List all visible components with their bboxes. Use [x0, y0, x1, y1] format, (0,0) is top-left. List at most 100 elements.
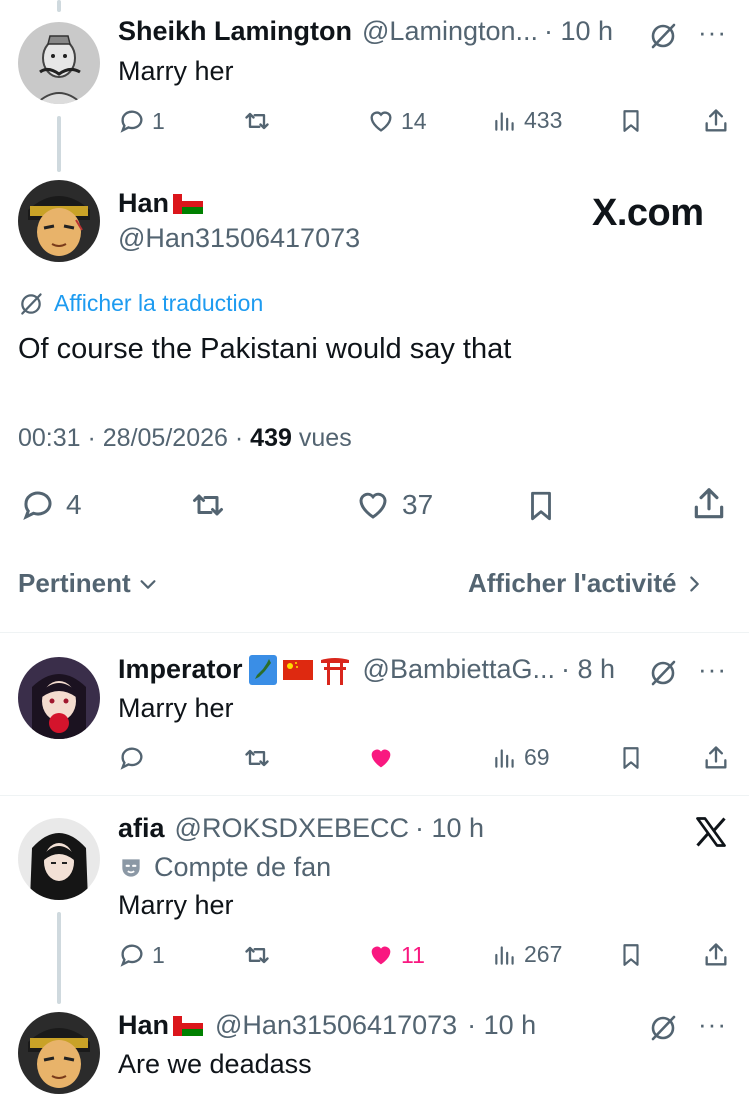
views-label: vues	[298, 424, 352, 452]
avatar-image	[18, 818, 100, 900]
like-count: 37	[402, 489, 434, 520]
avatar-image	[18, 22, 100, 104]
chevron-down-icon	[140, 579, 156, 589]
author-name[interactable]: afia	[118, 813, 165, 844]
tweet-time[interactable]: · 10 h	[415, 813, 484, 844]
avatar-han[interactable]	[18, 180, 100, 262]
repost-button[interactable]	[243, 107, 271, 135]
repost-button[interactable]	[243, 744, 271, 772]
like-button[interactable]: 11	[367, 941, 425, 969]
tweet-time[interactable]: · 10 h	[467, 1010, 536, 1041]
reply-button[interactable]: 1	[118, 941, 165, 969]
china-flag-icon	[282, 659, 313, 680]
tweet-time[interactable]: · 10 h	[544, 16, 613, 47]
views-button[interactable]: 69	[492, 744, 550, 771]
sort-label: Pertinent	[18, 568, 131, 598]
author-handle[interactable]: @Lamington...	[362, 16, 538, 47]
tweet-text: Marry her	[118, 56, 234, 86]
author-name[interactable]: Imperator	[118, 654, 243, 685]
tweet-timestamp[interactable]: 00:31 · 28/05/2026 ·	[18, 424, 243, 453]
repost-icon	[245, 112, 269, 130]
reply-button[interactable]: 1	[118, 107, 165, 135]
repost-icon	[245, 749, 269, 767]
japan-map-icon	[248, 654, 277, 685]
author-handle[interactable]: @Han31506417073	[118, 223, 360, 254]
share-icon	[705, 109, 727, 132]
heart-icon	[370, 111, 392, 132]
bookmark-button[interactable]	[524, 487, 558, 525]
views-icon	[495, 748, 514, 768]
tweet-time[interactable]: · 8 h	[561, 654, 615, 685]
reply-icon	[120, 747, 143, 770]
bookmark-icon	[531, 491, 551, 521]
reply-icon	[23, 491, 52, 521]
share-button[interactable]	[702, 941, 730, 969]
avatar-sheikh-lamington[interactable]	[18, 22, 100, 104]
author-handle[interactable]: @ROKSDXEBECC	[175, 813, 409, 844]
reply-button[interactable]: 4	[20, 487, 82, 523]
repost-button[interactable]	[188, 487, 228, 523]
oman-flag-icon	[173, 193, 204, 214]
tweet-text: Marry her	[118, 890, 234, 920]
views-icon	[495, 945, 514, 965]
author-name[interactable]: Han	[118, 1010, 169, 1041]
sort-dropdown[interactable]: Pertinent	[18, 568, 159, 599]
avatar-image	[18, 1012, 100, 1094]
author-handle[interactable]: @BambiettaG...	[363, 654, 555, 685]
reply-count: 1	[152, 941, 165, 968]
divider	[0, 632, 749, 633]
views-button[interactable]: 433	[492, 107, 562, 134]
bookmark-button[interactable]	[618, 941, 644, 969]
reply-count: 1	[152, 107, 165, 134]
views-button[interactable]: 267	[492, 941, 562, 968]
more-options-icon[interactable]: ···	[698, 1009, 727, 1040]
share-icon	[705, 943, 727, 966]
activity-link[interactable]: Afficher l'activité	[468, 568, 704, 599]
reply-button[interactable]	[118, 744, 146, 772]
thread-line-3	[57, 912, 61, 1004]
like-button[interactable]: 37	[354, 487, 433, 523]
heart-filled-icon	[371, 946, 391, 965]
share-button[interactable]	[702, 744, 730, 772]
translate-link[interactable]: Afficher la traduction	[18, 290, 263, 317]
grok-icon	[21, 292, 42, 315]
heart-icon	[359, 492, 387, 519]
author-name[interactable]: Han	[118, 188, 169, 219]
bookmark-icon	[623, 944, 639, 966]
reply-icon	[120, 944, 143, 967]
bookmark-button[interactable]	[618, 107, 644, 135]
more-options-icon[interactable]: ···	[698, 654, 727, 685]
grok-icon[interactable]	[648, 1013, 678, 1048]
author-name[interactable]: Sheikh Lamington	[118, 16, 352, 47]
views-count: 439	[250, 424, 292, 452]
avatar-han-reply[interactable]	[18, 1012, 100, 1094]
avatar-afia[interactable]	[18, 818, 100, 900]
repost-icon	[193, 494, 223, 516]
view-count: 267	[524, 941, 563, 967]
x-logo-icon	[693, 814, 729, 855]
tweet-text: Are we deadass	[118, 1049, 312, 1079]
grok-icon[interactable]	[648, 21, 678, 56]
like-count: 11	[401, 941, 425, 968]
grok-icon[interactable]	[648, 658, 678, 693]
bookmark-icon	[623, 747, 639, 769]
views-icon	[495, 111, 514, 131]
thread-line-1	[57, 116, 61, 172]
avatar-imperator[interactable]	[18, 657, 100, 739]
translate-label: Afficher la traduction	[54, 290, 264, 316]
avatar-image	[18, 657, 100, 739]
share-button[interactable]	[690, 485, 728, 523]
share-button[interactable]	[702, 107, 730, 135]
avatar-image	[18, 180, 100, 262]
like-button[interactable]	[367, 744, 395, 772]
author-handle[interactable]: @Han31506417073	[215, 1010, 457, 1041]
more-options-icon[interactable]: ···	[698, 17, 727, 48]
repost-button[interactable]	[243, 941, 271, 969]
view-count: 433	[524, 107, 563, 133]
bookmark-button[interactable]	[618, 744, 644, 772]
thread-line-top	[57, 0, 61, 12]
like-button[interactable]: 14	[367, 107, 427, 135]
chevron-right-icon	[690, 575, 700, 592]
tweet-text: Marry her	[118, 693, 234, 723]
divider	[0, 795, 749, 796]
